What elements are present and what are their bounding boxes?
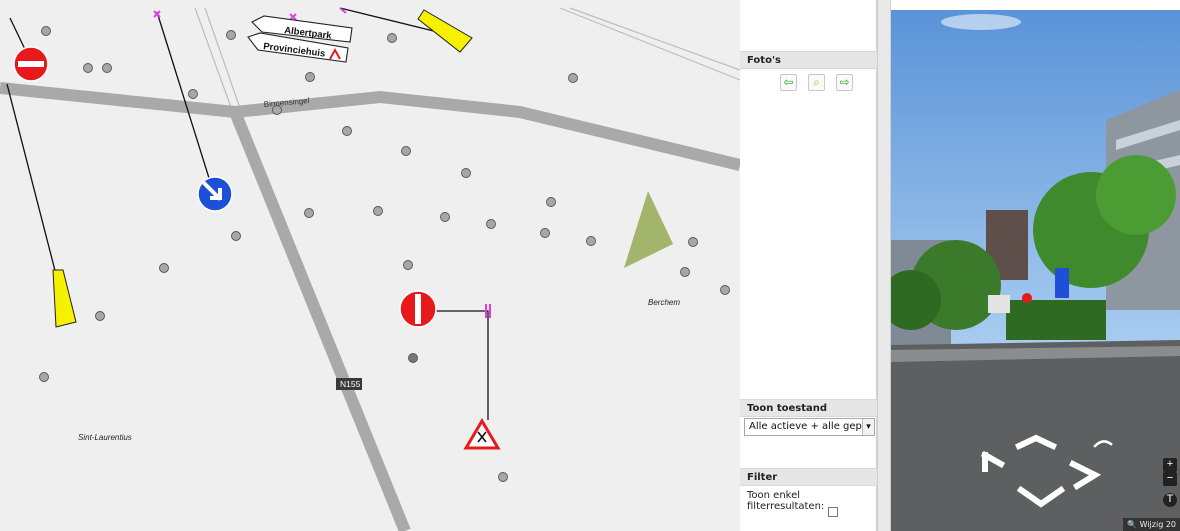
map-point <box>226 30 236 40</box>
arrow-left-icon: ⇦ <box>783 75 794 89</box>
map-point <box>546 197 556 207</box>
map-point <box>305 72 315 82</box>
state-header: Toon toestand <box>740 399 877 417</box>
map-point <box>159 263 169 273</box>
map-point <box>387 33 397 43</box>
crossroad-warning-sign-icon[interactable] <box>463 418 501 450</box>
side-panel: Foto's ⇦ ⌕ ⇨ Toon toestand Alle actieve … <box>740 0 877 531</box>
map-point <box>83 63 93 73</box>
filter-checkbox[interactable] <box>828 507 838 517</box>
map-point <box>688 237 698 247</box>
main-roads <box>0 82 740 531</box>
street-view-image[interactable] <box>891 10 1180 531</box>
zoom-in-button[interactable]: + <box>1163 458 1177 472</box>
map-point <box>498 472 508 482</box>
magenta-marker <box>153 10 161 18</box>
map-point <box>231 231 241 241</box>
no-entry-sign-icon[interactable] <box>13 46 49 82</box>
place-label-berchem: Berchem <box>648 298 680 307</box>
map-point <box>373 206 383 216</box>
map-point <box>401 146 411 156</box>
street-view-badge[interactable]: 🔍 Wijzig 20 <box>1123 518 1180 531</box>
map-point <box>486 219 496 229</box>
zoom-photo-button[interactable]: ⌕ <box>808 74 825 91</box>
street-view[interactable]: + − T 🔍 Wijzig 20 <box>891 10 1180 531</box>
map-point <box>461 168 471 178</box>
magenta-marker <box>289 13 297 21</box>
place-label-sint-laurentius: Sint-Laurentius <box>78 433 132 442</box>
filter-label: Toon enkel filterresultaten: <box>747 490 825 512</box>
compass-icon[interactable]: T <box>1163 493 1177 507</box>
map-point <box>342 126 352 136</box>
filter-header: Filter <box>740 468 877 486</box>
next-photo-button[interactable]: ⇨ <box>836 74 853 91</box>
yellow-cone-icon[interactable] <box>52 269 77 328</box>
map-point <box>720 285 730 295</box>
map-point <box>39 372 49 382</box>
state-select-value: Alle actieve + alle geplande <box>749 421 874 432</box>
panel-splitter[interactable] <box>877 0 891 531</box>
map-point <box>188 89 198 99</box>
map-point <box>403 260 413 270</box>
state-select[interactable]: Alle actieve + alle geplande ▾ <box>744 418 875 436</box>
map-point <box>41 26 51 36</box>
previous-photo-button[interactable]: ⇦ <box>780 74 797 91</box>
map-point <box>304 208 314 218</box>
map-point <box>568 73 578 83</box>
map-point <box>586 236 596 246</box>
map-canvas[interactable]: Binnensingel N155 Berchem Sint-Laurentiu… <box>0 0 740 531</box>
map-point <box>440 212 450 222</box>
road-number-label: N155 <box>340 379 361 389</box>
arrow-right-icon: ⇨ <box>839 75 850 89</box>
magnifier-icon: ⌕ <box>813 75 820 89</box>
map-point <box>95 311 105 321</box>
green-area-marker[interactable] <box>624 191 673 268</box>
keep-right-sign-icon[interactable] <box>197 176 233 212</box>
no-entry-sign-icon[interactable] <box>399 290 437 328</box>
chevron-down-icon: ▾ <box>862 419 874 435</box>
map-view[interactable]: Binnensingel N155 Berchem Sint-Laurentiu… <box>0 0 740 531</box>
map-point <box>408 353 418 363</box>
map-point <box>272 105 282 115</box>
map-point <box>540 228 550 238</box>
photos-header: Foto's <box>740 51 877 69</box>
map-point <box>680 267 690 277</box>
map-point <box>102 63 112 73</box>
yellow-cone-icon[interactable] <box>417 9 473 53</box>
zoom-out-button[interactable]: − <box>1163 472 1177 486</box>
